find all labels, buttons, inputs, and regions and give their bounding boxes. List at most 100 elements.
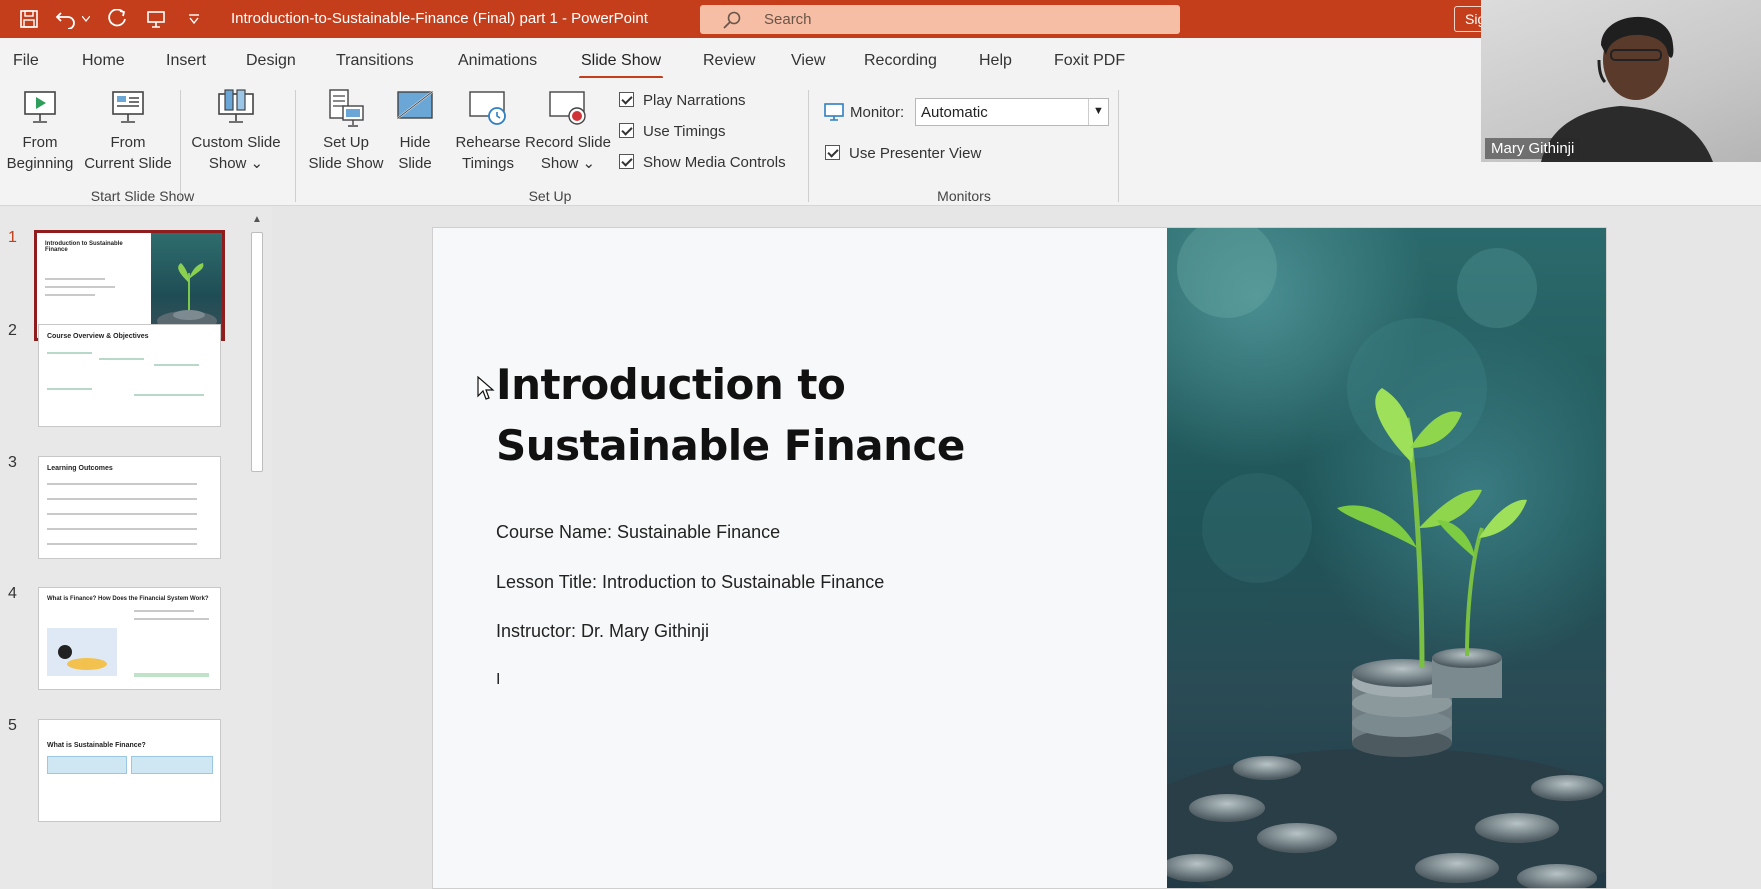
tab-file[interactable]: File bbox=[13, 52, 39, 70]
set-up-label-1: Set Up bbox=[323, 134, 369, 151]
hide-slide-icon bbox=[394, 88, 436, 128]
customize-toolbar-icon[interactable] bbox=[182, 8, 206, 30]
thumbnail-text-line bbox=[47, 388, 92, 390]
thumbnail-text-line bbox=[134, 618, 209, 620]
slide-thumbnail-3[interactable]: Learning Outcomes bbox=[38, 456, 221, 559]
slide-course-name[interactable]: Course Name: Sustainable Finance bbox=[496, 522, 780, 543]
tab-design[interactable]: Design bbox=[246, 52, 296, 70]
slide-thumbnail-4[interactable]: What is Finance? How Does the Financial … bbox=[38, 587, 221, 690]
from-beginning-icon bbox=[19, 88, 61, 128]
thumbnail-illustration bbox=[47, 628, 117, 676]
use-timings-label: Use Timings bbox=[643, 123, 726, 140]
hide-slide-label-2: Slide bbox=[398, 155, 432, 172]
scrollbar-thumb[interactable] bbox=[251, 232, 263, 472]
group-label-start-slide-show: Start Slide Show bbox=[90, 188, 195, 204]
record-label-2: Show ⌄ bbox=[540, 155, 596, 172]
checkbox-checked-icon bbox=[619, 154, 634, 169]
ribbon-separator bbox=[295, 90, 296, 202]
record-label-1: Record Slide bbox=[525, 134, 611, 151]
set-up-label-2: Slide Show bbox=[308, 155, 384, 172]
use-presenter-view-checkbox[interactable]: Use Presenter View bbox=[825, 145, 981, 162]
group-label-monitors: Monitors bbox=[937, 188, 991, 204]
from-beginning-button[interactable]: From Beginning bbox=[2, 88, 78, 174]
thumbnail-number: 4 bbox=[8, 585, 17, 602]
set-up-slide-show-button[interactable]: Set Up Slide Show bbox=[302, 88, 390, 174]
thumbnail-text-line bbox=[45, 286, 115, 288]
show-media-controls-label: Show Media Controls bbox=[643, 154, 786, 171]
rehearse-timings-button[interactable]: Rehearse Timings bbox=[452, 88, 524, 174]
from-beginning-label-1: From bbox=[22, 134, 58, 151]
slide-thumbnail-5[interactable]: What is Sustainable Finance? bbox=[38, 719, 221, 822]
undo-dropdown-icon[interactable] bbox=[80, 8, 92, 30]
undo-icon[interactable] bbox=[54, 8, 78, 30]
thumbnail-number: 2 bbox=[8, 322, 17, 339]
tab-review[interactable]: Review bbox=[703, 52, 755, 70]
monitor-icon bbox=[823, 102, 845, 127]
thumbnail-number: 1 bbox=[8, 229, 17, 246]
thumbnails-scrollbar[interactable]: ▲ bbox=[248, 212, 266, 889]
group-label-set-up: Set Up bbox=[528, 188, 572, 204]
thumbnail-table-cell bbox=[131, 756, 213, 774]
checkbox-checked-icon bbox=[619, 92, 634, 107]
set-up-slide-show-icon bbox=[325, 88, 367, 128]
thumbnail-text-line bbox=[47, 483, 197, 485]
slide-lesson-title[interactable]: Lesson Title: Introduction to Sustainabl… bbox=[496, 572, 884, 593]
monitor-select[interactable]: Automatic ▼ bbox=[915, 98, 1109, 126]
redo-icon[interactable] bbox=[106, 8, 130, 30]
slide-instructor[interactable]: Instructor: Dr. Mary Githinji bbox=[496, 621, 709, 642]
checkbox-checked-icon bbox=[619, 123, 634, 138]
tab-foxit-pdf[interactable]: Foxit PDF bbox=[1054, 52, 1125, 70]
hide-slide-label-1: Hide bbox=[399, 134, 431, 151]
tab-animations[interactable]: Animations bbox=[458, 52, 537, 70]
thumbnail-text-line bbox=[47, 352, 92, 354]
from-current-slide-icon bbox=[107, 88, 149, 128]
thumbnail-number: 3 bbox=[8, 454, 17, 471]
scroll-up-icon[interactable]: ▲ bbox=[251, 214, 263, 226]
slide-thumbnail-2[interactable]: Course Overview & Objectives bbox=[38, 324, 221, 427]
from-beginning-label-2: Beginning bbox=[6, 155, 74, 172]
custom-slide-show-button[interactable]: Custom Slide Show ⌄ bbox=[186, 88, 286, 174]
presenter-view-label: Use Presenter View bbox=[849, 145, 982, 162]
tab-view[interactable]: View bbox=[791, 52, 825, 70]
from-current-slide-button[interactable]: From Current Slide bbox=[80, 88, 176, 174]
custom-slide-show-label-1: Custom Slide bbox=[191, 134, 281, 151]
slide-thumbnails-pane: 1 Introduction to Sustainable Finance 2 … bbox=[0, 207, 272, 889]
thumbnail-text-line bbox=[154, 364, 199, 366]
tab-recording[interactable]: Recording bbox=[864, 52, 937, 70]
tab-help[interactable]: Help bbox=[979, 52, 1012, 70]
thumbnail-text-line bbox=[45, 294, 95, 296]
thumbnail-text-line bbox=[99, 358, 144, 360]
thumbnail-text-line bbox=[47, 528, 197, 530]
use-timings-checkbox[interactable]: Use Timings bbox=[619, 123, 726, 140]
rehearse-label-2: Timings bbox=[462, 155, 514, 172]
tab-slide-show[interactable]: Slide Show bbox=[578, 52, 664, 79]
tab-home[interactable]: Home bbox=[82, 52, 125, 70]
thumbnail-text-line bbox=[47, 498, 197, 500]
save-icon[interactable] bbox=[17, 8, 41, 30]
show-media-controls-checkbox[interactable]: Show Media Controls bbox=[619, 154, 786, 171]
play-narrations-checkbox[interactable]: Play Narrations bbox=[619, 92, 746, 109]
thumbnail-text-line bbox=[134, 610, 194, 612]
from-current-label-2: Current Slide bbox=[84, 155, 172, 172]
tab-insert[interactable]: Insert bbox=[166, 52, 206, 70]
slide-canvas[interactable]: Introduction to Sustainable Finance Cour… bbox=[432, 227, 1607, 889]
thumbnail-text-line bbox=[134, 673, 209, 677]
slide-image-plant-on-coins[interactable] bbox=[1167, 228, 1606, 888]
chevron-down-icon[interactable]: ▼ bbox=[1088, 99, 1108, 125]
thumbnail-text-line bbox=[134, 394, 204, 396]
search-input[interactable]: Search bbox=[700, 5, 1180, 34]
rehearse-timings-icon bbox=[467, 88, 509, 128]
hide-slide-button[interactable]: Hide Slide bbox=[390, 88, 440, 174]
ribbon-separator bbox=[1118, 90, 1119, 202]
custom-slide-show-icon bbox=[215, 88, 257, 128]
checkbox-checked-icon bbox=[825, 145, 840, 160]
monitor-select-value: Automatic bbox=[921, 104, 988, 121]
slide-title[interactable]: Introduction to Sustainable Finance bbox=[496, 354, 1096, 476]
thumbnail-number: 5 bbox=[8, 717, 17, 734]
present-from-beginning-icon[interactable] bbox=[144, 8, 168, 30]
record-slide-show-button[interactable]: Record Slide Show ⌄ bbox=[522, 88, 614, 174]
tab-transitions[interactable]: Transitions bbox=[336, 52, 414, 70]
thumbnail-title: What is Sustainable Finance? bbox=[47, 742, 146, 749]
thumbnail-title: What is Finance? How Does the Financial … bbox=[47, 596, 209, 602]
thumbnail-title: Introduction to Sustainable Finance bbox=[45, 241, 123, 253]
